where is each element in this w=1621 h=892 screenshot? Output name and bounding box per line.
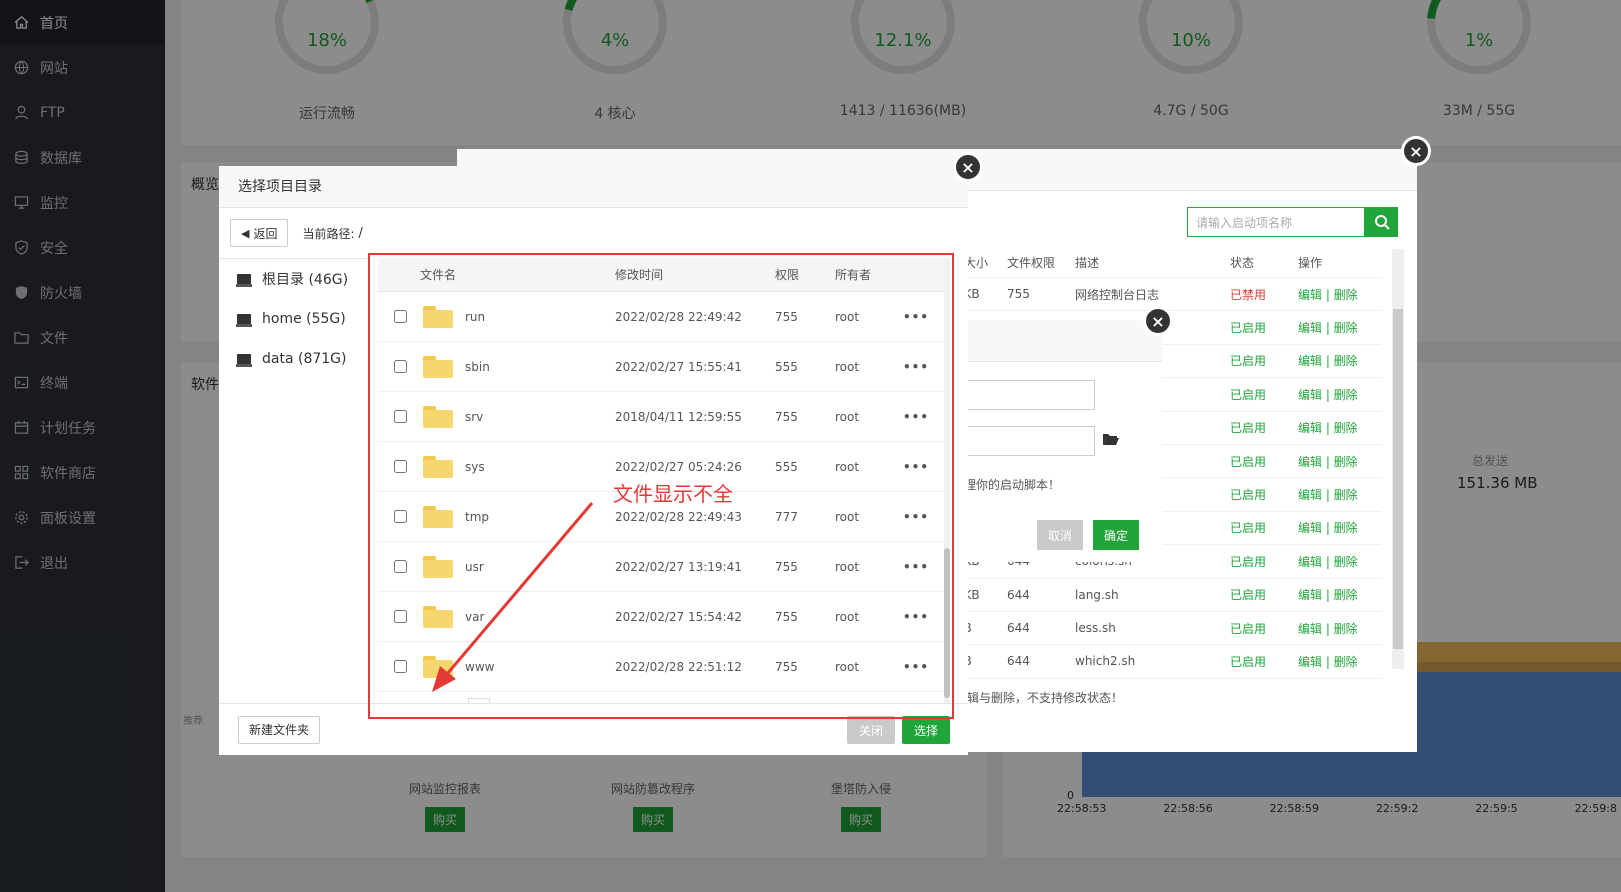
startup-cell-perm: 644 [1007, 621, 1030, 636]
startup-search-placeholder: 请输入启动项名称 [1196, 215, 1293, 230]
startup-cell-status: 已启用 [1230, 588, 1267, 603]
startup-col: 文件权限 [1007, 256, 1056, 270]
add-startup-cancel-button[interactable]: 取消 [1037, 520, 1084, 550]
add-startup-dialog-close-button[interactable]: × [1143, 306, 1173, 336]
startup-cell-perm: 755 [1007, 287, 1030, 302]
startup-dialog-close-button[interactable]: × [1401, 136, 1431, 166]
search-icon [1374, 215, 1390, 230]
startup-col: 操作 [1298, 256, 1323, 270]
close-icon: × [961, 157, 975, 177]
current-path-label: 当前路径: [302, 226, 355, 241]
startup-cell-ops[interactable]: 编辑 | 删除 [1298, 386, 1382, 403]
startup-cell-ops[interactable]: 编辑 | 删除 [1298, 352, 1382, 369]
startup-row: 4 KB644lang.sh已启用编辑 | 删除 [952, 579, 1382, 612]
startup-cell-status: 已启用 [1230, 554, 1267, 569]
startup-cell-ops[interactable]: 编辑 | 删除 [1298, 586, 1382, 603]
current-path-value: / [358, 225, 363, 241]
startup-cell-status: 已启用 [1230, 321, 1267, 336]
folder-open-icon[interactable] [1103, 432, 1119, 446]
startup-cell-status: 已启用 [1230, 488, 1267, 503]
startup-cell-status: 已启用 [1230, 387, 1267, 402]
startup-col: 描述 [1075, 256, 1100, 270]
close-icon: × [1409, 141, 1423, 161]
startup-cell-ops[interactable]: 编辑 | 删除 [1298, 319, 1382, 336]
startup-cell-ops[interactable]: 编辑 | 删除 [1298, 519, 1382, 536]
close-button[interactable]: 关闭 [847, 716, 896, 744]
back-arrow-icon: ◀ [241, 226, 250, 240]
dialog-title: 选择项目目录 [219, 166, 968, 208]
startup-cell-ops[interactable]: 编辑 | 删除 [1298, 620, 1382, 637]
startup-row: 1 B644less.sh已启用编辑 | 删除 [952, 612, 1382, 646]
startup-cell-desc: lang.sh [1075, 587, 1119, 602]
new-folder-button[interactable]: 新建文件夹 [238, 715, 321, 744]
startup-cell-desc: which2.sh [1075, 654, 1136, 669]
startup-cell-ops[interactable]: 编辑 | 删除 [1298, 486, 1382, 503]
startup-cell-ops[interactable]: 编辑 | 删除 [1298, 553, 1382, 570]
startup-cell-status: 已启用 [1230, 521, 1267, 536]
startup-table-header: 件大小 文件权限 描述 状态 操作 [952, 248, 1382, 278]
startup-search-button[interactable] [1365, 207, 1398, 237]
startup-cell-status: 已启用 [1230, 654, 1267, 669]
startup-row: 6 KB755网络控制台日志已禁用编辑 | 删除 [952, 278, 1382, 312]
drive-item[interactable]: home (55G) [219, 299, 368, 339]
startup-cell-perm: 644 [1007, 654, 1030, 669]
startup-cell-ops[interactable]: 编辑 | 删除 [1298, 453, 1382, 470]
drive-label: home (55G) [262, 311, 346, 327]
startup-cell-ops[interactable]: 编辑 | 删除 [1298, 653, 1382, 670]
annotation-note: 文件显示不全 [613, 482, 733, 506]
startup-footnote: 辑与删除，不支持修改状态！ [967, 691, 1124, 705]
hard-drive-icon [236, 314, 252, 327]
drive-list: 根目录 (46G) home (55G) data (871G) [219, 258, 369, 703]
startup-cell-status: 已禁用 [1230, 287, 1267, 302]
startup-cell-status: 已启用 [1230, 354, 1267, 369]
startup-cell-desc: less.sh [1075, 621, 1116, 636]
back-button[interactable]: ◀ 返回 [230, 219, 289, 247]
dialog-toolbar: ◀ 返回 当前路径: / [219, 208, 968, 258]
back-button-label: 返回 [253, 226, 278, 241]
startup-cell-status: 已启用 [1230, 454, 1267, 469]
startup-cell-ops[interactable]: 编辑 | 删除 [1298, 286, 1382, 303]
startup-scrollbar[interactable] [1392, 249, 1404, 669]
drive-label: data (871G) [262, 351, 347, 367]
select-button[interactable]: 选择 [902, 716, 951, 744]
close-icon: × [1151, 311, 1165, 331]
hard-drive-icon [236, 354, 252, 367]
startup-row: 9 B644which2.sh已启用编辑 | 删除 [952, 645, 1382, 679]
add-startup-ok-button[interactable]: 确定 [1093, 520, 1140, 550]
startup-search-input[interactable]: 请输入启动项名称 [1187, 207, 1365, 237]
startup-cell-desc: 网络控制台日志 [1075, 287, 1160, 302]
startup-cell-perm: 644 [1007, 587, 1030, 602]
startup-cell-status: 已启用 [1230, 421, 1267, 436]
startup-col: 状态 [1230, 256, 1255, 270]
hard-drive-icon [236, 274, 252, 287]
startup-cell-status: 已启用 [1230, 621, 1267, 636]
startup-cell-ops[interactable]: 编辑 | 删除 [1298, 419, 1382, 436]
drive-item[interactable]: 根目录 (46G) [219, 259, 368, 299]
dialog-close-button[interactable]: × [953, 152, 983, 182]
drive-item[interactable]: data (871G) [219, 339, 368, 379]
drive-label: 根目录 (46G) [262, 272, 349, 288]
